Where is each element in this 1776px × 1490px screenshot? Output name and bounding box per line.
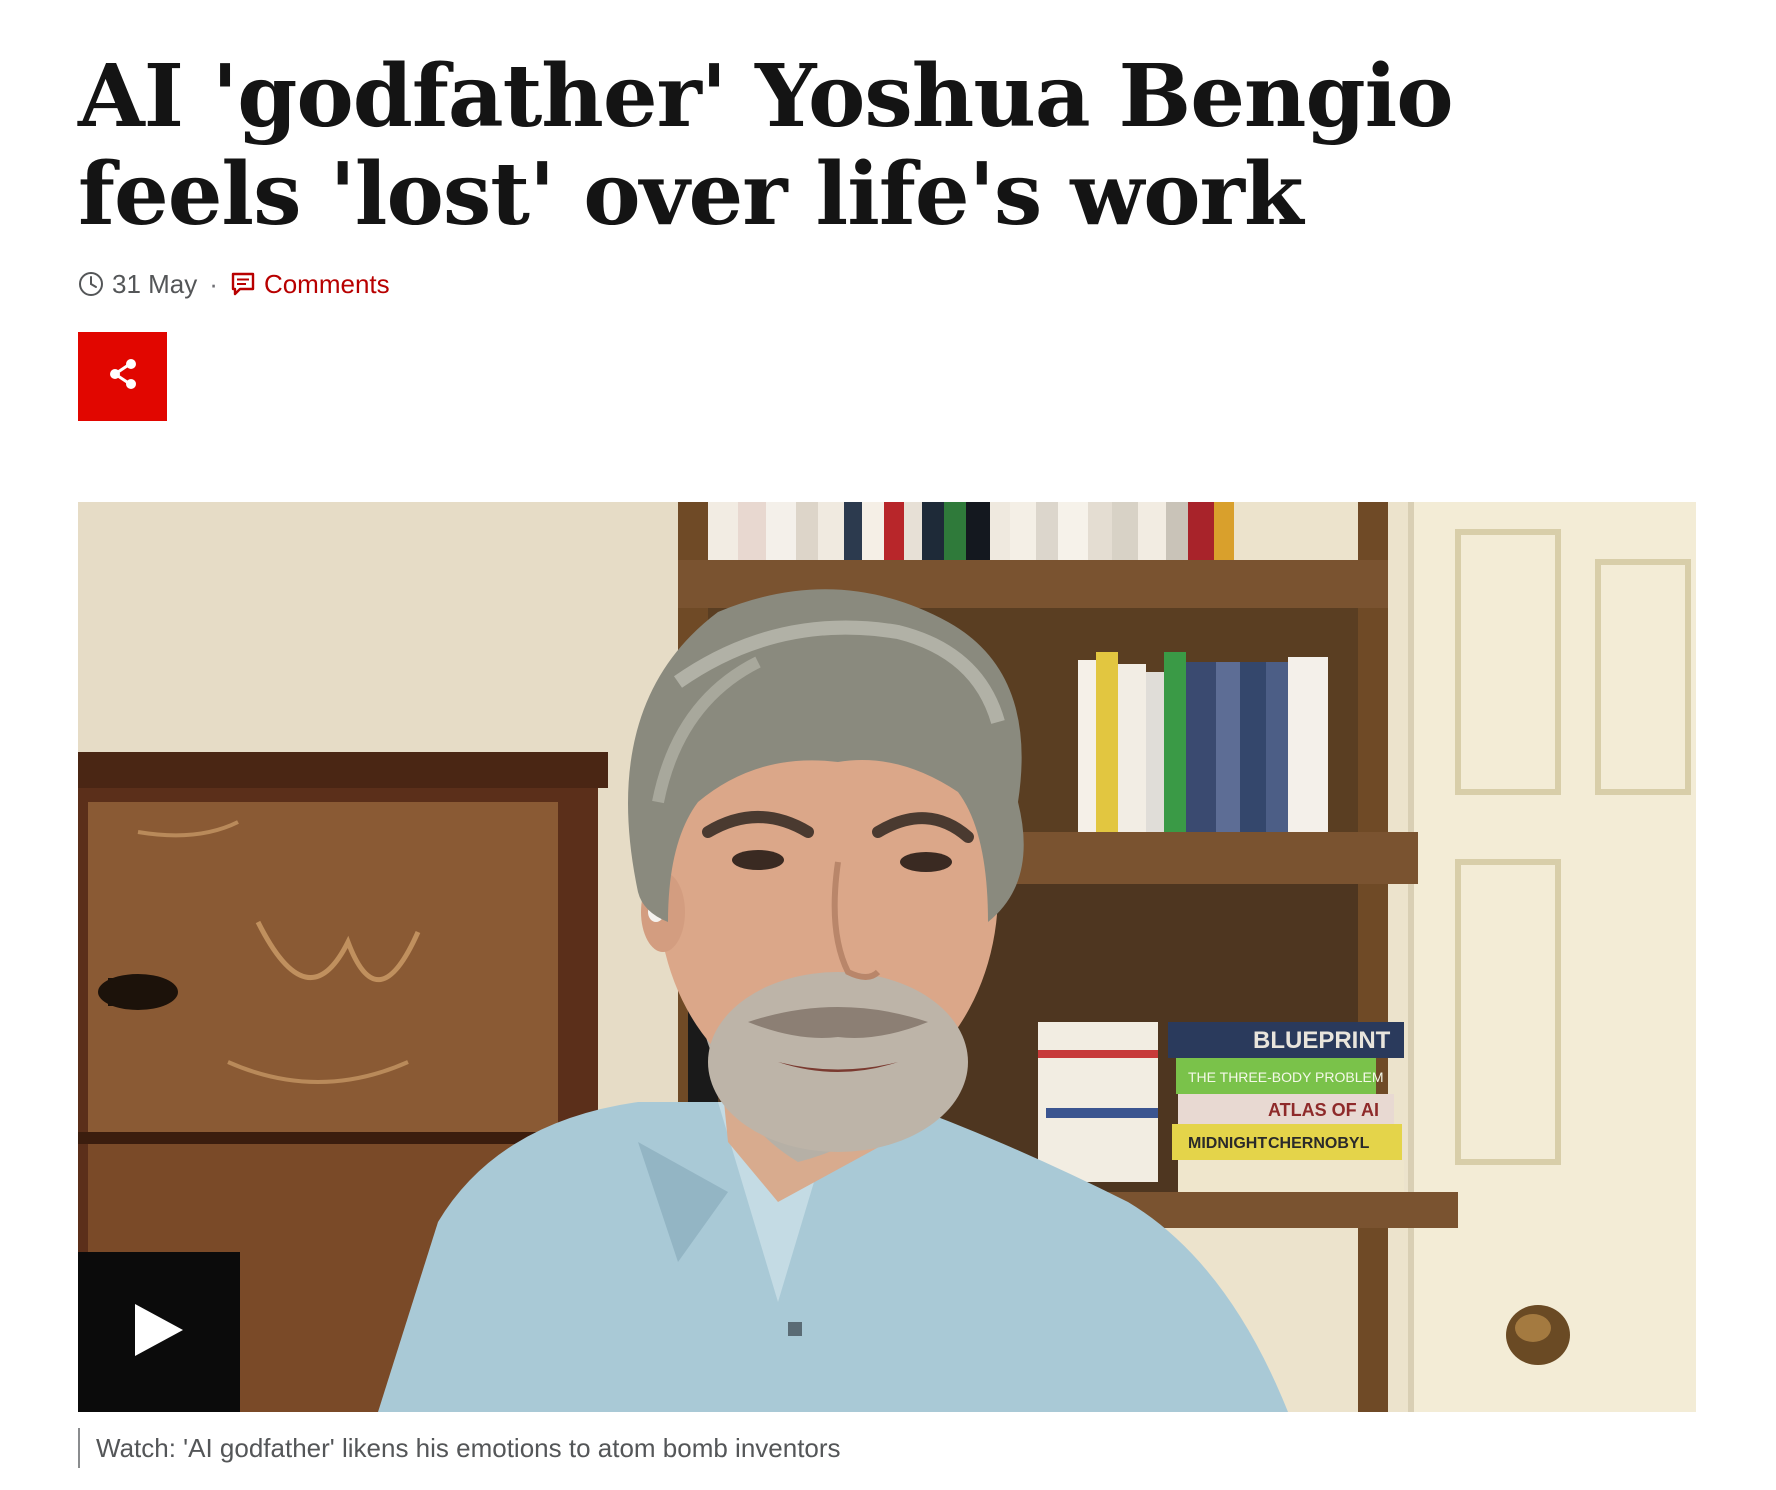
- comments-label: Comments: [263, 268, 390, 299]
- article-meta: 31 May · Comments: [78, 268, 390, 300]
- book-title-atlas: ATLAS OF AI: [1268, 1100, 1379, 1120]
- book-title-three-body: THE THREE-BODY PROBLEM: [1188, 1069, 1384, 1085]
- comments-link[interactable]: Comments: [230, 269, 390, 300]
- share-button[interactable]: [78, 332, 167, 421]
- share-icon: [105, 356, 141, 397]
- book-title-midnight: MIDNIGHT: [1188, 1135, 1267, 1152]
- video-player[interactable]: BLUEPRINT THE THREE-BODY PROBLEM ATLAS O…: [78, 502, 1696, 1412]
- play-icon: [133, 1302, 185, 1363]
- comment-icon: [230, 271, 256, 297]
- article-date: 31 May: [112, 268, 198, 299]
- meta-separator: ·: [209, 268, 218, 299]
- book-title-blueprint: BLUEPRINT: [1253, 1027, 1391, 1054]
- video-thumbnail: BLUEPRINT THE THREE-BODY PROBLEM ATLAS O…: [78, 502, 1696, 1412]
- video-caption: Watch: 'AI godfather' likens his emotion…: [78, 1428, 841, 1468]
- play-button[interactable]: [78, 1252, 240, 1412]
- book-title-chernobyl: CHERNOBYL: [1268, 1135, 1370, 1152]
- clock-icon: [78, 271, 104, 297]
- article-headline: AI 'godfather' Yoshua Bengio feels 'lost…: [78, 46, 1454, 245]
